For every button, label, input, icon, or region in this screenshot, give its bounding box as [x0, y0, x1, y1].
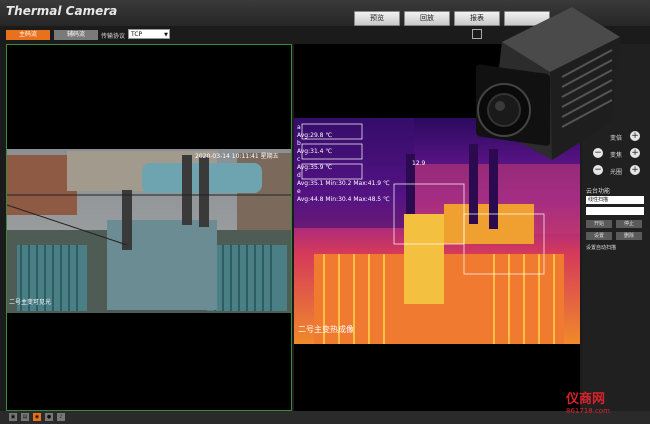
region-e-value: Avg:44.8 Min:30.4 Max:48.5 ℃	[297, 196, 390, 203]
region-a-label: a	[297, 124, 301, 131]
thermal-caption: 二号主变热成像	[298, 325, 354, 334]
focus-plus-button[interactable]: +	[630, 148, 640, 158]
watermark-url: 861718.com	[566, 407, 610, 415]
start-button[interactable]: 开始	[586, 220, 612, 228]
visible-timestamp: 2020-03-14 10:11:41 星期五	[195, 153, 279, 160]
watermark: 仪商网 861718.com	[566, 392, 610, 416]
delete-button[interactable]: 删除	[616, 232, 642, 240]
visible-light-view[interactable]: 2020-03-14 10:11:41 星期五 二号主变可见光	[6, 44, 292, 411]
protocol-label: 传输协议	[101, 33, 126, 40]
zoom-in-button[interactable]: +	[630, 131, 640, 141]
stream-toolbar: 主码流 辅码流 传输协议 TCP ▼	[0, 28, 490, 42]
camera-product-image	[476, 7, 620, 160]
record-icon[interactable]: ●	[45, 413, 53, 421]
snapshot-icon[interactable]: ◉	[33, 413, 41, 421]
region-d-label: d	[297, 172, 301, 179]
tab-preview[interactable]: 预览	[354, 11, 400, 26]
app-title: Thermal Camera	[6, 4, 118, 18]
region-a-value: Avg:29.8 ℃	[297, 132, 333, 139]
main-stream-button[interactable]: 主码流	[6, 30, 50, 40]
visible-scene-image	[7, 149, 291, 313]
ptz-section-title: 云台功能	[586, 188, 611, 195]
scan-mode-value: 线性扫描	[588, 197, 609, 203]
spot-temperature-label: 12.9	[412, 160, 426, 167]
scan-mode-select[interactable]: 线性扫描	[586, 196, 644, 204]
region-c-value: Avg:35.9 ℃	[297, 164, 333, 171]
sub-stream-button[interactable]: 辅码流	[54, 30, 98, 40]
protocol-select[interactable]: TCP ▼	[128, 29, 170, 39]
audio-icon[interactable]: ♪	[57, 413, 65, 421]
region-e-label: e	[297, 188, 301, 195]
iris-plus-button[interactable]: +	[630, 165, 640, 175]
auto-scan-label: 设置自动扫描	[586, 245, 617, 251]
bottom-toolbar: ▣ ▤ ◉ ● ♪	[0, 411, 650, 424]
measure-list: a Avg:29.8 ℃ b Avg:31.4 ℃ c Avg:35.9 ℃ d…	[297, 124, 390, 204]
watermark-brand: 仪商网	[566, 392, 606, 407]
scan-preset-select[interactable]	[586, 207, 644, 215]
set-button[interactable]: 设置	[586, 232, 612, 240]
region-b-label: b	[297, 140, 301, 147]
region-d-value: Avg:35.1 Min:30.2 Max:41.9 ℃	[297, 180, 390, 187]
visible-caption: 二号主变可见光	[9, 299, 52, 306]
stop-button[interactable]: 停止	[616, 220, 642, 228]
split-icon[interactable]: ▤	[21, 413, 29, 421]
layout-icon[interactable]: ▣	[9, 413, 17, 421]
region-c-label: c	[297, 156, 301, 163]
tab-playback[interactable]: 回放	[404, 11, 450, 26]
protocol-value: TCP	[131, 31, 143, 38]
region-b-value: Avg:31.4 ℃	[297, 148, 333, 155]
chevron-down-icon: ▼	[164, 32, 168, 38]
